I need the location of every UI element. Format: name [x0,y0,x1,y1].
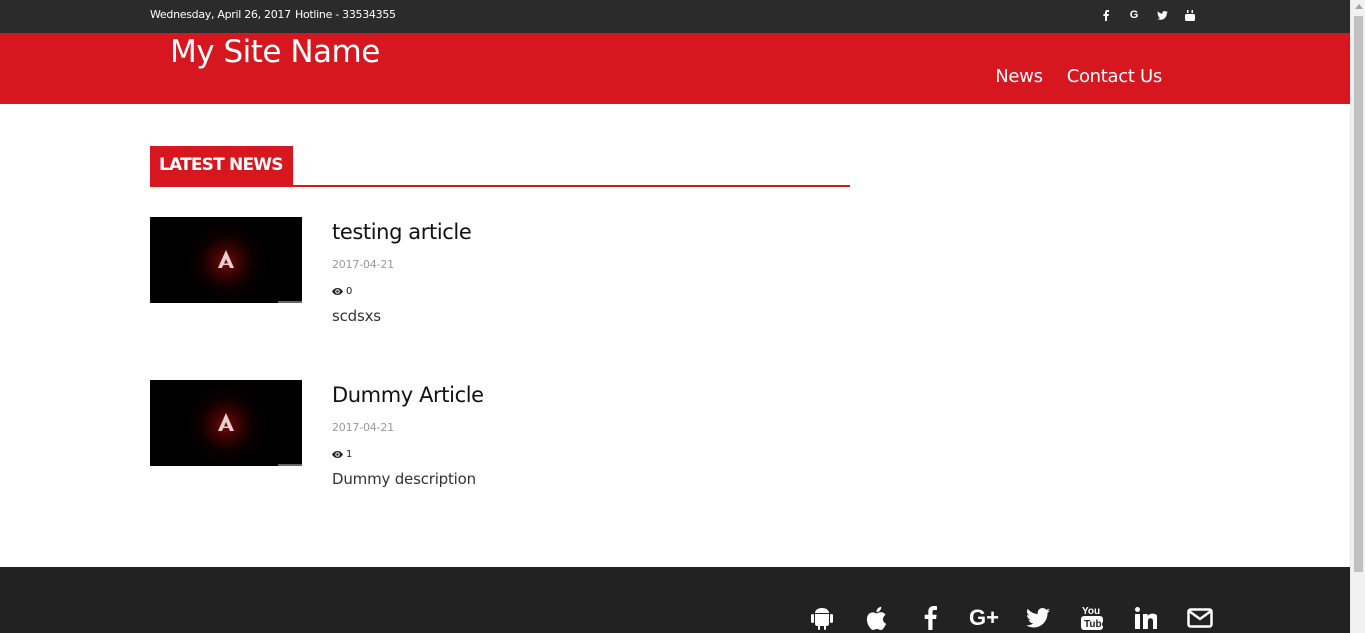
svg-text:You: You [1082,606,1100,617]
current-date: Wednesday, April 26, 2017 [150,8,291,21]
scroll-up-arrow-icon[interactable] [1355,4,1363,9]
assassin-logo-icon [218,250,234,268]
footer-social-icons: G+ You Tube [795,603,1227,633]
google-plus-icon[interactable]: G+ [957,603,1011,633]
hotline: Hotline - 33534355 [295,8,396,21]
article-thumbnail[interactable] [150,217,302,303]
nav-item-contact-us[interactable]: Contact Us [1067,66,1163,87]
section-title: LATEST NEWS [150,146,293,185]
article-title[interactable]: Dummy Article [332,383,484,407]
thumbnail-progress-strip [278,464,302,466]
article-date: 2017-04-21 [332,421,394,434]
thumbnail-progress-strip [278,301,302,303]
main-nav: News Contact Us [971,66,1162,87]
eye-icon [332,288,343,295]
youtube-icon[interactable] [1176,6,1204,24]
facebook-icon[interactable] [903,603,957,633]
site-name-logo[interactable]: My Site Name [170,34,380,70]
envelope-icon[interactable] [1173,603,1227,633]
nav-item-news[interactable]: News [995,66,1043,87]
svg-text:Tube: Tube [1084,619,1103,630]
article-date: 2017-04-21 [332,258,394,271]
top-bar: Wednesday, April 26, 2017 Hotline - 3353… [0,0,1350,33]
article-views: 0 [332,286,352,297]
google-icon[interactable]: G [1120,6,1148,24]
eye-icon [332,451,343,458]
youtube-icon[interactable]: You Tube [1065,603,1119,633]
article-thumbnail[interactable] [150,380,302,466]
site-footer: G+ You Tube [0,567,1350,633]
article-item: Dummy Article 2017-04-21 1 Dummy descrip… [150,380,850,500]
twitter-icon[interactable] [1011,603,1065,633]
vertical-scrollbar[interactable] [1350,0,1365,633]
site-header: My Site Name News Contact Us [0,33,1350,104]
article-title[interactable]: testing article [332,220,472,244]
apple-icon[interactable] [849,603,903,633]
android-icon[interactable] [795,603,849,633]
topbar-social-icons: G [1092,6,1204,24]
article-views: 1 [332,449,352,460]
assassin-logo-icon [218,413,234,431]
scrollbar-thumb[interactable] [1354,16,1363,572]
page: Wednesday, April 26, 2017 Hotline - 3353… [0,0,1350,633]
article-item: testing article 2017-04-21 0 scdsxs [150,217,850,337]
linkedin-icon[interactable] [1119,603,1173,633]
article-description: scdsxs [332,307,381,325]
view-count: 1 [346,449,353,460]
twitter-icon[interactable] [1148,6,1176,24]
facebook-icon[interactable] [1092,6,1120,24]
article-description: Dummy description [332,470,476,488]
latest-news-header: LATEST NEWS [150,146,850,187]
view-count: 0 [346,286,353,297]
